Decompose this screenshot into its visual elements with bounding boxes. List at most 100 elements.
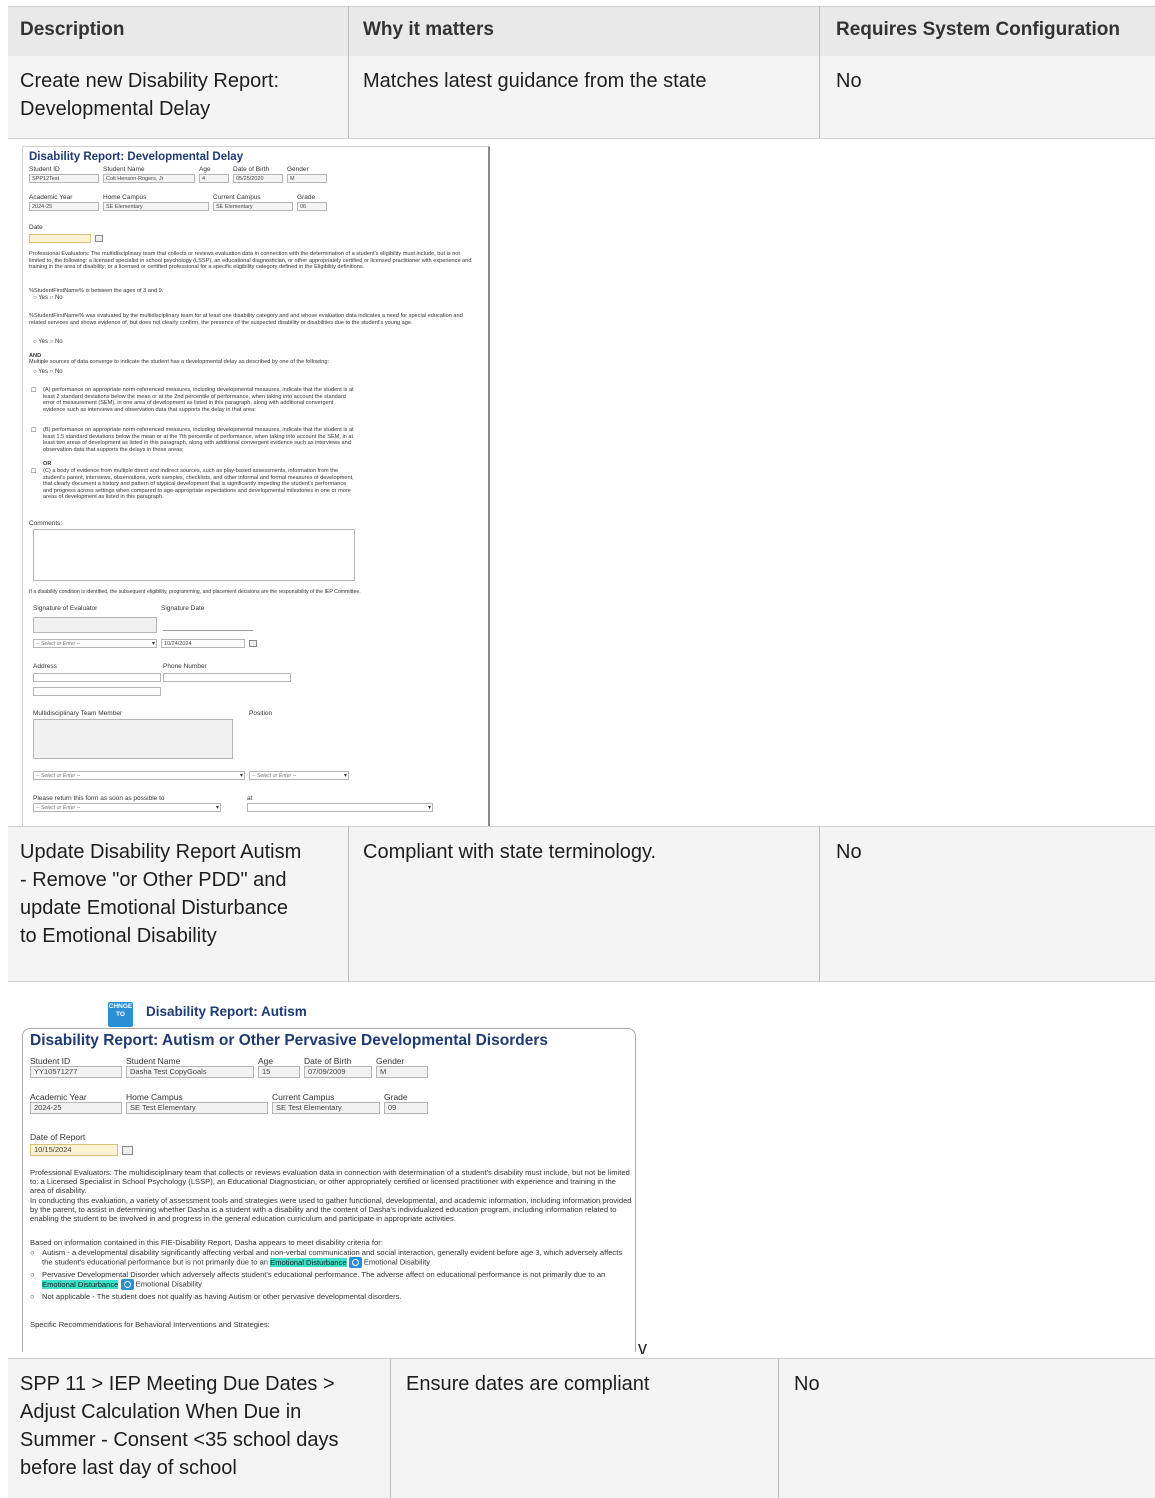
radio-button[interactable]: ○ (30, 1248, 35, 1257)
form1-signature-date-field[interactable]: 10/24/2024 (161, 639, 245, 648)
form1-age-label: Age (199, 166, 211, 173)
option-not-applicable-text: Not applicable - The student does not qu… (42, 1292, 402, 1301)
form2-student-id-field: YY10571277 (30, 1066, 122, 1078)
form1-return-select[interactable]: -- Select or Enter -- ▾ (33, 803, 221, 812)
row2-description-line: to Emotional Disability (20, 925, 217, 947)
calendar-icon[interactable] (122, 1146, 133, 1155)
autism-report-screenshot: CHNGE TO Disability Report: Autism Disab… (22, 1000, 636, 1352)
form1-q2-radio-group[interactable]: ○ Yes ○ No (33, 339, 63, 345)
column-divider (348, 827, 349, 981)
column-divider (819, 6, 820, 138)
form1-team-member-select[interactable]: -- Select or Enter -- ▾ (33, 771, 245, 780)
header-why-it-matters: Why it matters (363, 19, 494, 40)
form2-assessment-paragraph: In conducting this evaluation, a variety… (30, 1196, 632, 1224)
form2-criteria-intro: Based on information contained in this F… (30, 1238, 383, 1247)
chevron-down-icon: ▾ (343, 773, 347, 779)
form2-date-of-report-label: Date of Report (30, 1132, 86, 1142)
form1-opt-b-checkbox[interactable]: ☐ (31, 427, 36, 434)
radio-button[interactable]: ○ (30, 1270, 35, 1279)
calendar-icon[interactable] (95, 235, 103, 242)
form1-q1: %StudentFirstName% is between the ages o… (29, 288, 164, 294)
form1-evaluator-select[interactable]: -- Select or Enter -- ▾ (33, 639, 157, 648)
form2-recommendations-label: Specific Recommendations for Behavioral … (30, 1320, 270, 1329)
row2-why: Compliant with state terminology. (363, 841, 657, 863)
change-icon (348, 1257, 362, 1269)
select-placeholder: -- Select or Enter -- (36, 773, 81, 779)
form1-phone-field[interactable] (163, 673, 291, 682)
form1-title: Disability Report: Developmental Delay (29, 151, 244, 163)
form1-position-label: Position (249, 710, 273, 717)
form2-dob-label: Date of Birth (304, 1056, 352, 1066)
radio-button[interactable]: ○ (30, 1292, 35, 1301)
form1-at-select[interactable]: ▾ (247, 803, 433, 812)
radio-no-label: No (54, 339, 63, 345)
form1-date-field[interactable] (29, 234, 91, 243)
row3-description-line: before last day of school (20, 1457, 237, 1479)
form2-option-not-applicable[interactable]: ○ Not applicable - The student does not … (30, 1292, 632, 1301)
form1-iep-note: If a disability condition is identified,… (29, 589, 361, 595)
form2-age-field: 15 (258, 1066, 300, 1078)
form1-opt-a-checkbox[interactable]: ☐ (31, 387, 36, 394)
form1-at-label: at (247, 795, 253, 802)
form1-return-label: Please return this form as soon as possi… (33, 795, 165, 802)
highlight-emotional-disturbance: Emotional Disturbance (270, 1257, 347, 1267)
form1-student-id-label: Student ID (29, 166, 60, 173)
form1-grade-field: 06 (297, 202, 327, 211)
form1-q3-radio-group[interactable]: ○ Yes ○ No (33, 369, 63, 375)
form2-option-autism[interactable]: ○ Autism - a developmental disability si… (30, 1248, 632, 1269)
row3-description: SPP 11 > IEP Meeting Due Dates > Adjust … (20, 1370, 339, 1482)
form1-opt-c-checkbox[interactable]: ☐ (31, 468, 36, 475)
form1-phone-label: Phone Number (163, 663, 207, 670)
form2-date-of-report-field[interactable]: 10/15/2024 (30, 1144, 118, 1156)
chevron-down-icon: ▾ (239, 773, 243, 779)
row-divider (8, 981, 1155, 982)
column-divider (778, 1359, 779, 1498)
chevron-down-icon: ▾ (427, 805, 431, 811)
form1-grade-label: Grade (297, 194, 316, 201)
replacement-emotional-disability: Emotional Disability (135, 1279, 202, 1289)
highlight-emotional-disturbance: Emotional Disturbance (42, 1279, 119, 1289)
form1-dob-field: 05/25/2020 (233, 174, 283, 183)
form1-signature-label: Signature of Evaluator (33, 605, 98, 612)
select-placeholder: -- Select or Enter -- (36, 641, 81, 647)
row3-config: No (794, 1373, 820, 1395)
form1-q1-radio-group[interactable]: ○ Yes ○ No (33, 295, 63, 301)
form1-address-label: Address (33, 663, 57, 670)
radio-yes-label: Yes (38, 339, 48, 345)
table-header-row: Description Why it matters Requires Syst… (8, 6, 1155, 56)
row2-description-line: update Emotional Disturbance (20, 897, 288, 919)
form1-comments-textarea[interactable] (33, 529, 355, 581)
form1-q3: Multiple sources of data converge to ind… (29, 359, 330, 365)
developmental-delay-screenshot: Disability Report: Developmental Delay S… (22, 146, 490, 858)
chevron-down-icon: ▾ (151, 641, 155, 647)
form2-dob-field: 07/09/2009 (304, 1066, 372, 1078)
chevron-down-icon: ▾ (215, 805, 219, 811)
form2-academic-year-label: Academic Year (30, 1092, 87, 1102)
calendar-icon[interactable] (249, 640, 257, 647)
change-icon (120, 1279, 134, 1291)
row3-why: Ensure dates are compliant (406, 1373, 650, 1395)
form2-gender-field: M (376, 1066, 428, 1078)
form2-option-pdd[interactable]: ○ Pervasive Developmental Disorder which… (30, 1270, 632, 1291)
form2-student-name-label: Student Name (126, 1056, 181, 1066)
form1-address-field-1[interactable] (33, 673, 161, 682)
row2-description-line: Update Disability Report Autism (20, 841, 302, 863)
form1-age-field: 4 (199, 174, 229, 183)
form1-team-member-list[interactable] (33, 719, 233, 759)
form2-age-label: Age (258, 1056, 274, 1066)
form1-professional-evaluators: Professional Evaluators: The multidiscip… (29, 251, 472, 271)
column-divider (390, 1359, 391, 1498)
form1-academic-year-field: 2024-25 (29, 202, 99, 211)
header-requires-config: Requires System Configuration (836, 19, 1120, 40)
form1-comments-label: Comments: (29, 520, 63, 527)
form1-home-campus-label: Home Campus (103, 194, 147, 201)
form2-grade-label: Grade (384, 1092, 408, 1102)
form1-position-select[interactable]: -- Select or Enter -- ▾ (249, 771, 349, 780)
form1-address-field-2[interactable] (33, 687, 161, 696)
form2-home-campus-field: SE Test Elementary (126, 1102, 268, 1114)
form1-home-campus-field: SE Elementary (103, 202, 209, 211)
form1-student-name-field: Colt Henson-Rogers, Jr (103, 174, 195, 183)
row2-description: Update Disability Report Autism - Remove… (20, 838, 301, 950)
form1-student-id-field: SPP12Test (29, 174, 99, 183)
form1-team-member-label: Multidisciplinary Team Member (33, 710, 123, 717)
